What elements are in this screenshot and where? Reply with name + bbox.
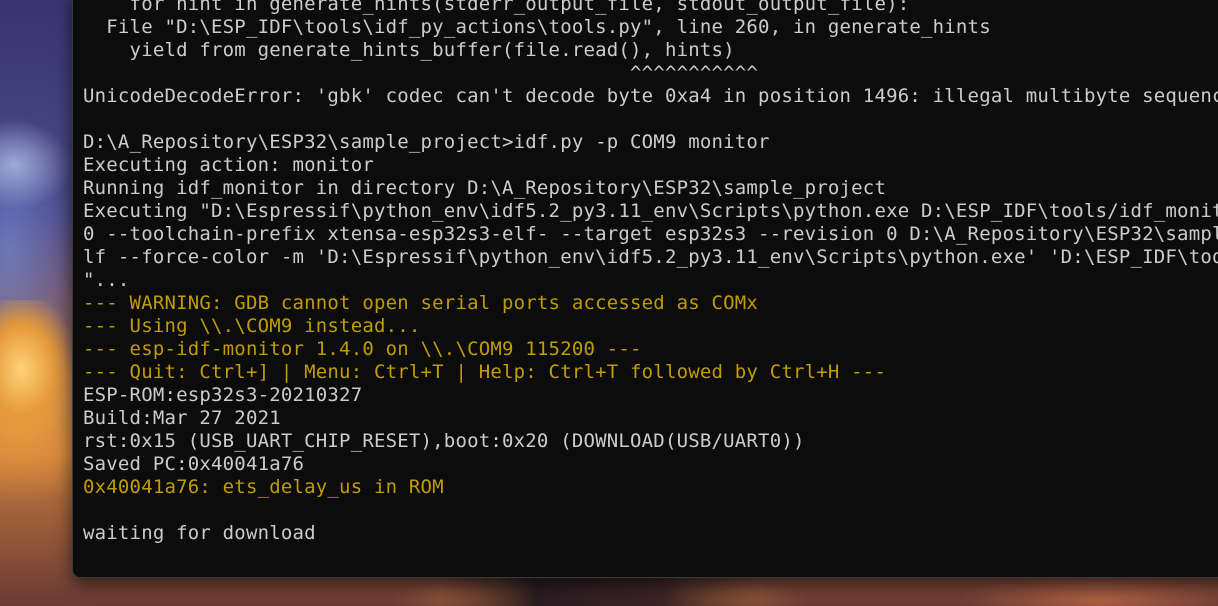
wallpaper-silhouette — [440, 576, 760, 606]
terminal-warning-line: --- esp-idf-monitor 1.4.0 on \\.\COM9 11… — [83, 338, 642, 360]
terminal-line: Running idf_monitor in directory D:\A_Re… — [83, 177, 887, 199]
terminal-line: rst:0x15 (USB_UART_CHIP_RESET),boot:0x20… — [83, 430, 805, 452]
terminal-line: ESP-ROM:esp32s3-20210327 — [83, 384, 363, 406]
terminal-warning-line: --- WARNING: GDB cannot open serial port… — [83, 292, 759, 314]
terminal-line: waiting for download — [83, 522, 316, 544]
terminal-warning-line: --- Using \\.\COM9 instead... — [83, 315, 421, 337]
terminal-line: Executing "D:\Espressif\python_env\idf5.… — [83, 200, 1218, 222]
terminal-error-line: UnicodeDecodeError: 'gbk' codec can't de… — [83, 85, 1218, 107]
terminal-blank-line — [83, 108, 1218, 131]
wallpaper-sunlight — [0, 300, 72, 440]
terminal-line: 0 --toolchain-prefix xtensa-esp32s3-elf-… — [83, 223, 1218, 245]
terminal-line: File "D:\ESP_IDF\tools\idf_py_actions\to… — [83, 16, 991, 38]
terminal-blank-line — [83, 499, 1218, 522]
terminal-output[interactable]: for hint in generate_hints(stderr_output… — [83, 0, 1218, 545]
terminal-line: ^^^^^^^^^^^ — [83, 62, 759, 84]
terminal-warning-line: --- Quit: Ctrl+] | Menu: Ctrl+T | Help: … — [83, 361, 887, 383]
terminal-line: lf --force-color -m 'D:\Espressif\python… — [83, 246, 1218, 268]
terminal-line: for hint in generate_hints(stderr_output… — [83, 0, 910, 15]
terminal-line: Saved PC:0x40041a76 — [83, 453, 305, 475]
terminal-line: yield from generate_hints_buffer(file.re… — [83, 39, 735, 61]
terminal-line: "... — [83, 269, 130, 291]
terminal-window[interactable]: for hint in generate_hints(stderr_output… — [72, 0, 1218, 578]
terminal-command-line: D:\A_Repository\ESP32\sample_project>idf… — [83, 131, 770, 153]
terminal-line: Build:Mar 27 2021 — [83, 407, 281, 429]
wallpaper-cloud — [0, 120, 72, 210]
terminal-line: Executing action: monitor — [83, 154, 374, 176]
terminal-warning-line: 0x40041a76: ets_delay_us in ROM — [83, 476, 444, 498]
